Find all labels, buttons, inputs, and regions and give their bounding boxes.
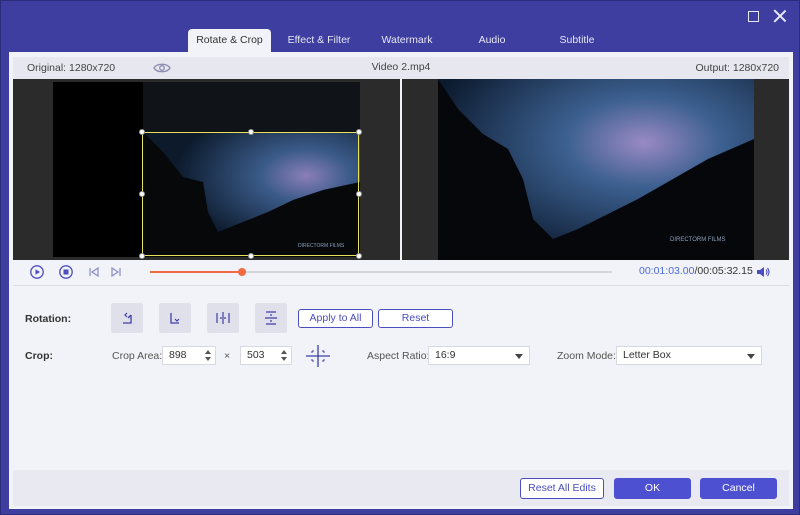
flip-vertical-icon	[265, 311, 277, 325]
crop-area-label: Crop Area:	[112, 350, 163, 362]
flip-vertical-button[interactable]	[255, 303, 287, 333]
zoom-mode-label: Zoom Mode:	[557, 350, 616, 362]
crop-handle-tr[interactable]	[356, 129, 362, 135]
edit-panel: Original: 1280x720 Video 2.mp4 Output: 1…	[9, 52, 793, 509]
progress-fill	[150, 271, 243, 273]
crop-width-value: 898	[169, 349, 187, 361]
tab-effect-filter[interactable]: Effect & Filter	[271, 29, 367, 52]
chevron-down-icon	[515, 354, 523, 359]
volume-icon[interactable]	[755, 265, 771, 279]
tab-rotate-crop[interactable]: Rotate & Crop	[188, 29, 271, 52]
chevron-down-icon	[747, 354, 755, 359]
tab-bar: Rotate & Crop Effect & Filter Watermark …	[188, 29, 617, 52]
aspect-ratio-label: Aspect Ratio:	[367, 350, 430, 362]
crop-label: Crop:	[25, 350, 53, 362]
editor-window: Rotate & Crop Effect & Filter Watermark …	[0, 0, 800, 515]
original-preview: DIRECTORM FILMS	[13, 79, 400, 260]
center-crop-icon[interactable]	[305, 344, 331, 368]
aspect-ratio-select[interactable]: 16:9	[428, 346, 530, 365]
apply-to-all-button[interactable]: Apply to All	[298, 309, 373, 328]
crop-handle-bl[interactable]	[139, 253, 145, 259]
crop-height-value: 503	[247, 349, 265, 361]
divider	[13, 285, 789, 286]
window-controls	[748, 9, 787, 23]
playback-bar: 00:01:03.00/00:05:32.15	[9, 260, 793, 282]
reset-all-edits-button[interactable]: Reset All Edits	[520, 478, 604, 499]
tab-subtitle[interactable]: Subtitle	[537, 29, 617, 52]
output-resolution: Output: 1280x720	[695, 62, 779, 74]
reset-rotation-button[interactable]: Reset	[378, 309, 453, 328]
crop-handle-left[interactable]	[139, 191, 145, 197]
crop-height-input[interactable]: 503	[240, 346, 292, 365]
output-preview: DIRECTORM FILMS	[402, 79, 789, 260]
rotate-left-button[interactable]	[111, 303, 143, 333]
crop-frame[interactable]	[139, 129, 362, 259]
progress-knob[interactable]	[238, 268, 247, 276]
close-icon[interactable]	[773, 9, 787, 23]
info-bar: Original: 1280x720 Video 2.mp4 Output: 1…	[13, 57, 789, 79]
crop-width-input[interactable]: 898	[162, 346, 216, 365]
output-video-frame: DIRECTORM FILMS	[438, 79, 754, 260]
output-video-watermark: DIRECTORM FILMS	[670, 237, 726, 243]
aspect-ratio-value: 16:9	[435, 349, 456, 361]
ok-button[interactable]: OK	[614, 478, 691, 499]
rotation-label: Rotation:	[25, 313, 72, 325]
previous-frame-icon[interactable]	[87, 265, 101, 279]
total-time: /00:05:32.15	[694, 265, 753, 277]
cancel-button[interactable]: Cancel	[700, 478, 777, 499]
stop-icon[interactable]	[59, 265, 73, 279]
times-sign: ×	[224, 350, 231, 362]
zoom-mode-value: Letter Box	[623, 349, 671, 361]
time-readout: 00:01:03.00/00:05:32.15	[639, 265, 753, 277]
current-time: 00:01:03.00	[639, 265, 695, 277]
height-stepper-icon[interactable]	[280, 348, 288, 363]
rotate-right-icon	[170, 313, 180, 324]
next-frame-icon[interactable]	[109, 265, 123, 279]
maximize-icon[interactable]	[748, 11, 759, 22]
play-icon[interactable]	[30, 265, 44, 279]
crop-handle-top[interactable]	[248, 129, 254, 135]
rotate-left-icon	[123, 312, 132, 324]
rotate-right-button[interactable]	[159, 303, 191, 333]
width-stepper-icon[interactable]	[204, 348, 212, 363]
tab-audio[interactable]: Audio	[447, 29, 537, 52]
tab-watermark[interactable]: Watermark	[367, 29, 447, 52]
zoom-mode-select[interactable]: Letter Box	[616, 346, 762, 365]
crop-handle-right[interactable]	[356, 191, 362, 197]
crop-handle-bottom[interactable]	[248, 253, 254, 259]
footer-bar: Reset All Edits OK Cancel	[13, 470, 789, 506]
night-sky-output-image: DIRECTORM FILMS	[438, 79, 754, 260]
progress-slider[interactable]	[150, 268, 612, 276]
file-name: Video 2.mp4	[371, 61, 431, 73]
crop-handle-br[interactable]	[356, 253, 362, 259]
flip-horizontal-button[interactable]	[207, 303, 239, 333]
flip-horizontal-icon	[216, 312, 230, 324]
crop-handle-tl[interactable]	[139, 129, 145, 135]
